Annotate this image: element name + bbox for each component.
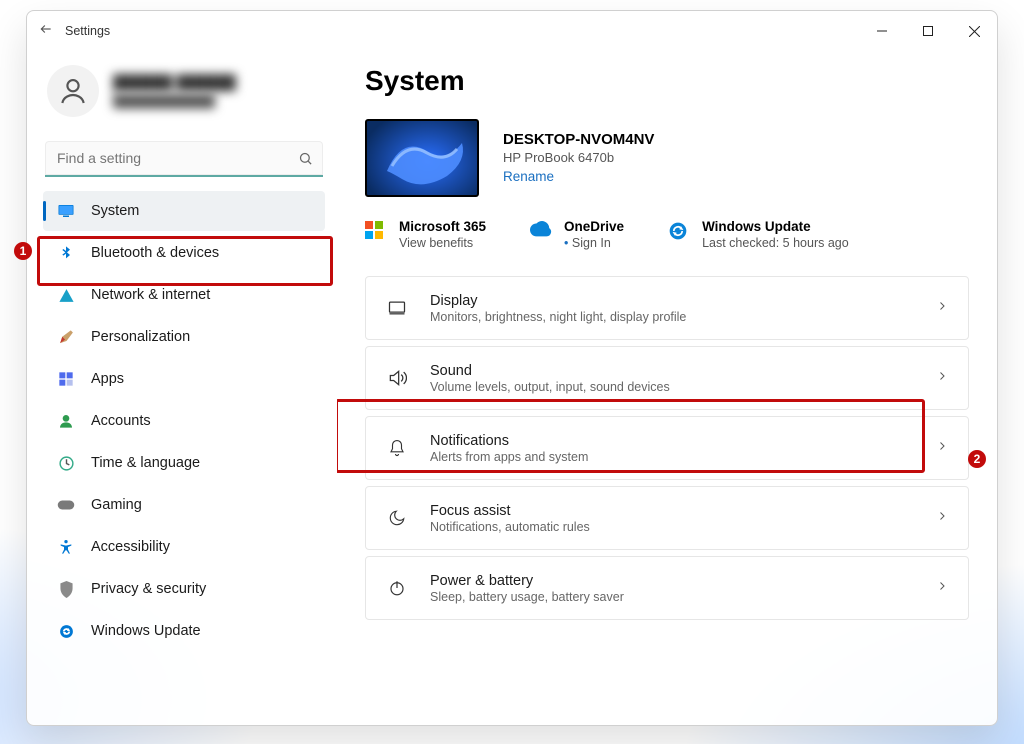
chevron-right-icon	[936, 369, 948, 387]
card-sound[interactable]: SoundVolume levels, output, input, sound…	[365, 346, 969, 410]
device-name: DESKTOP-NVOM4NV	[503, 131, 654, 148]
minimize-button[interactable]	[859, 11, 905, 51]
person-icon	[57, 412, 75, 430]
card-focus-assist[interactable]: Focus assistNotifications, automatic rul…	[365, 486, 969, 550]
accessibility-icon	[57, 538, 75, 556]
status-sub: View benefits	[399, 236, 486, 250]
card-title: Display	[430, 293, 686, 309]
moon-icon	[386, 507, 408, 529]
sidebar-item-time-language[interactable]: Time & language	[43, 443, 325, 483]
card-notifications[interactable]: NotificationsAlerts from apps and system	[365, 416, 969, 480]
bell-icon	[386, 437, 408, 459]
sidebar-item-label: Windows Update	[91, 623, 201, 639]
status-windows-update[interactable]: Windows Update Last checked: 5 hours ago	[668, 219, 849, 250]
status-sub: Last checked: 5 hours ago	[702, 236, 849, 250]
chevron-right-icon	[936, 299, 948, 317]
refresh-icon	[668, 221, 690, 243]
main-panel: System DESKTOP-NVOM4NV HP ProBook 6470b …	[337, 51, 997, 725]
sidebar-item-bluetooth[interactable]: Bluetooth & devices	[43, 233, 325, 273]
sidebar-item-label: System	[91, 203, 139, 219]
bluetooth-icon	[57, 244, 75, 262]
sidebar-item-label: Bluetooth & devices	[91, 245, 219, 261]
sidebar-item-label: Time & language	[91, 455, 200, 471]
page-title: System	[365, 65, 969, 97]
power-icon	[386, 577, 408, 599]
sidebar-item-accessibility[interactable]: Accessibility	[43, 527, 325, 567]
sidebar-item-system[interactable]: System	[43, 191, 325, 231]
card-sub: Sleep, battery usage, battery saver	[430, 590, 624, 604]
update-icon	[57, 622, 75, 640]
card-sub: Notifications, automatic rules	[430, 520, 590, 534]
card-title: Sound	[430, 363, 670, 379]
sidebar-item-label: Personalization	[91, 329, 190, 345]
sidebar-item-accounts[interactable]: Accounts	[43, 401, 325, 441]
sidebar-item-label: Gaming	[91, 497, 142, 513]
sidebar-item-personalization[interactable]: Personalization	[43, 317, 325, 357]
status-sub[interactable]: Sign In	[564, 236, 624, 250]
device-thumbnail	[365, 119, 479, 197]
sidebar-item-gaming[interactable]: Gaming	[43, 485, 325, 525]
sidebar-item-windows-update[interactable]: Windows Update	[43, 611, 325, 651]
sidebar-item-network[interactable]: Network & internet	[43, 275, 325, 315]
chevron-right-icon	[936, 439, 948, 457]
card-title: Notifications	[430, 433, 588, 449]
status-onedrive[interactable]: OneDrive Sign In	[530, 219, 624, 250]
settings-window: Settings ██████ ██████ ████████████	[26, 10, 998, 726]
search-icon	[298, 151, 313, 166]
paintbrush-icon	[57, 328, 75, 346]
card-sub: Alerts from apps and system	[430, 450, 588, 464]
status-title: Microsoft 365	[399, 219, 486, 234]
profile-block[interactable]: ██████ ██████ ████████████	[47, 65, 325, 117]
sidebar: ██████ ██████ ████████████ System Blueto…	[27, 51, 337, 725]
profile-name: ██████ ██████	[113, 74, 236, 90]
display-icon	[386, 297, 408, 319]
clock-globe-icon	[57, 454, 75, 472]
settings-cards: DisplayMonitors, brightness, night light…	[365, 276, 969, 620]
status-title: Windows Update	[702, 219, 849, 234]
apps-icon	[57, 370, 75, 388]
monitor-icon	[57, 202, 75, 220]
gamepad-icon	[57, 496, 75, 514]
status-row: Microsoft 365 View benefits OneDrive Sig…	[365, 219, 969, 250]
device-summary: DESKTOP-NVOM4NV HP ProBook 6470b Rename	[365, 119, 969, 197]
chevron-right-icon	[936, 509, 948, 527]
profile-email: ████████████	[113, 94, 236, 108]
card-sub: Volume levels, output, input, sound devi…	[430, 380, 670, 394]
shield-icon	[57, 580, 75, 598]
window-title: Settings	[65, 24, 110, 38]
search-box[interactable]	[45, 141, 323, 177]
status-title: OneDrive	[564, 219, 624, 234]
back-button[interactable]	[27, 22, 65, 41]
sidebar-item-label: Accounts	[91, 413, 151, 429]
sidebar-item-privacy[interactable]: Privacy & security	[43, 569, 325, 609]
search-input[interactable]	[55, 149, 298, 167]
card-title: Focus assist	[430, 503, 590, 519]
card-title: Power & battery	[430, 573, 624, 589]
chevron-right-icon	[936, 579, 948, 597]
onedrive-icon	[530, 221, 552, 243]
sidebar-item-label: Apps	[91, 371, 124, 387]
ms365-icon	[365, 221, 387, 243]
avatar	[47, 65, 99, 117]
device-rename-link[interactable]: Rename	[503, 169, 554, 184]
card-sub: Monitors, brightness, night light, displ…	[430, 310, 686, 324]
maximize-button[interactable]	[905, 11, 951, 51]
sound-icon	[386, 367, 408, 389]
wifi-icon	[57, 286, 75, 304]
titlebar: Settings	[27, 11, 997, 51]
sidebar-item-apps[interactable]: Apps	[43, 359, 325, 399]
card-power-battery[interactable]: Power & batterySleep, battery usage, bat…	[365, 556, 969, 620]
sidebar-item-label: Accessibility	[91, 539, 170, 555]
sidebar-item-label: Privacy & security	[91, 581, 206, 597]
sidebar-item-label: Network & internet	[91, 287, 210, 303]
close-button[interactable]	[951, 11, 997, 51]
status-ms365[interactable]: Microsoft 365 View benefits	[365, 219, 486, 250]
sidebar-nav: System Bluetooth & devices Network & int…	[43, 191, 325, 651]
device-model: HP ProBook 6470b	[503, 150, 654, 165]
card-display[interactable]: DisplayMonitors, brightness, night light…	[365, 276, 969, 340]
